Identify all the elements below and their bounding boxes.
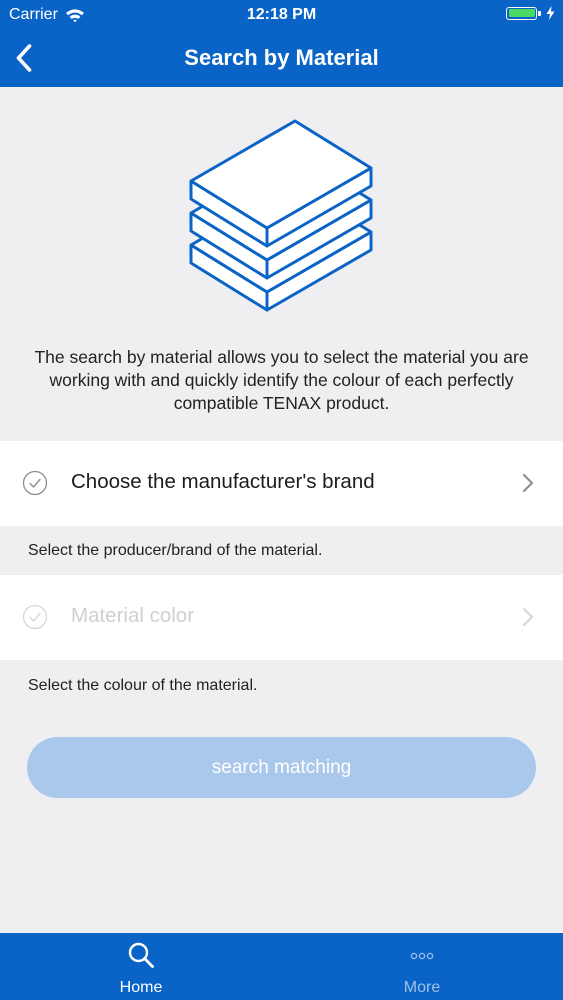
material-color-hint: Select the colour of the material. bbox=[28, 677, 258, 694]
battery-fill bbox=[508, 9, 535, 17]
status-bar: Carrier 12:18 PM bbox=[0, 0, 563, 30]
battery-icon bbox=[506, 6, 537, 20]
tab-more[interactable]: More bbox=[281, 933, 563, 1000]
search-matching-button[interactable]: search matching bbox=[27, 737, 536, 798]
charging-bolt-icon bbox=[546, 6, 555, 20]
battery-indicator bbox=[506, 6, 555, 20]
tab-bar: Home More bbox=[0, 933, 563, 1000]
tab-more-label: More bbox=[403, 979, 441, 996]
tab-home[interactable]: Home bbox=[0, 933, 282, 1000]
header: Carrier 12:18 PM Search by Material bbox=[0, 0, 563, 87]
check-circle-icon bbox=[22, 470, 48, 496]
material-color-row[interactable]: Material color bbox=[0, 575, 563, 660]
manufacturer-brand-hint: Select the producer/brand of the materia… bbox=[28, 542, 323, 559]
intro-text: The search by material allows you to sel… bbox=[34, 347, 529, 413]
layers-icon bbox=[189, 119, 373, 312]
check-circle-icon bbox=[22, 604, 48, 630]
material-color-label: Material color bbox=[71, 604, 195, 627]
status-time: 12:18 PM bbox=[246, 6, 317, 23]
search-icon bbox=[128, 942, 154, 968]
chevron-right-icon bbox=[522, 607, 534, 627]
tab-home-label: Home bbox=[119, 979, 163, 996]
more-icon bbox=[410, 952, 434, 960]
battery-tip bbox=[538, 10, 541, 16]
chevron-right-icon bbox=[522, 473, 534, 493]
manufacturer-brand-label: Choose the manufacturer's brand bbox=[71, 470, 375, 493]
nav-bar: Search by Material bbox=[0, 30, 563, 87]
page-title: Search by Material bbox=[184, 45, 379, 70]
manufacturer-brand-row[interactable]: Choose the manufacturer's brand bbox=[0, 441, 563, 526]
